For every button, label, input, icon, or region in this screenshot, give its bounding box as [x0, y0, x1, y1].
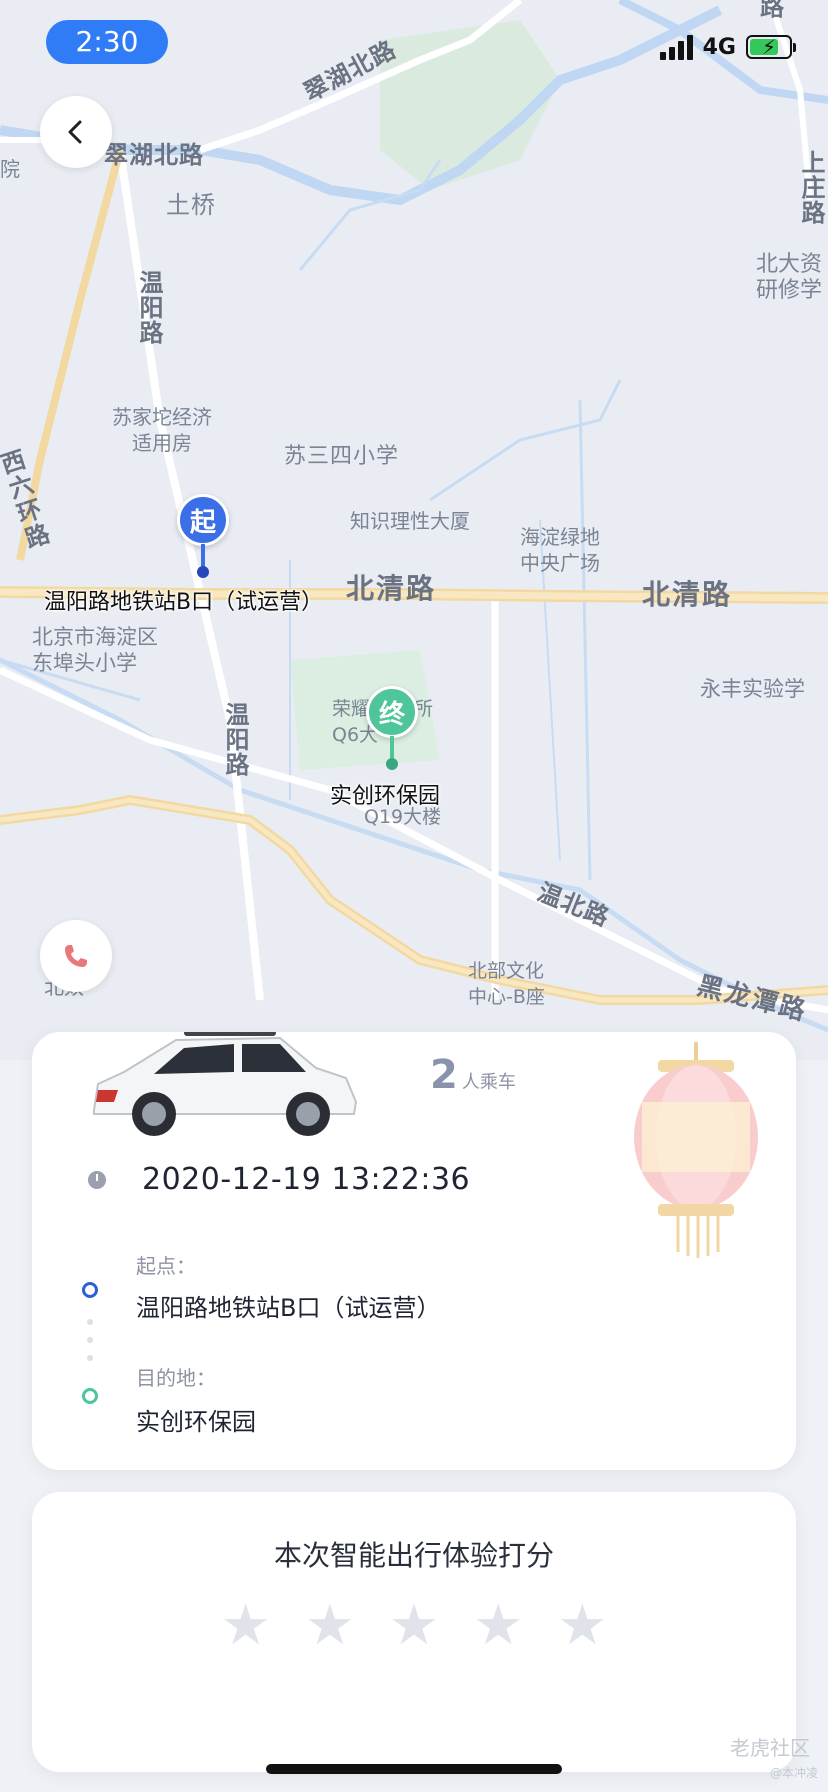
battery-charging-icon: ⚡ [746, 35, 796, 59]
map-label-beiqing-road: 北清路 [642, 578, 733, 611]
rating-title: 本次智能出行体验打分 [273, 1539, 554, 1572]
end-marker[interactable]: 终 [366, 686, 418, 770]
home-indicator[interactable] [266, 1764, 562, 1774]
chevron-left-icon [68, 120, 82, 144]
origin-value: 温阳路地铁站B口（试运营） [136, 1294, 441, 1322]
trip-time-row: 2020-12-19 13:22:36 [88, 1162, 470, 1197]
call-button[interactable] [40, 920, 112, 992]
riders-unit: 人乘车 [461, 1072, 516, 1093]
network-type: 4G [702, 34, 736, 60]
map-label-school: 苏三四小学 [284, 444, 400, 469]
destination-dot-icon [82, 1388, 98, 1404]
star-icon-2[interactable]: ★ [305, 1596, 355, 1656]
map-label-poi: 海淀绿地 中央广场 [520, 525, 600, 575]
map-label-poi: 北京市海淀区 东埠头小学 [32, 625, 158, 675]
robotaxi-car-illustration [93, 1032, 358, 1136]
lantern-decoration [634, 1042, 758, 1258]
rating-card: 本次智能出行体验打分 ★ ★ ★ ★ ★ [32, 1492, 796, 1772]
rating-stars: ★ ★ ★ ★ ★ [32, 1596, 796, 1656]
end-marker-label: 实创环保园 [330, 784, 441, 809]
trip-datetime: 2020-12-19 13:22:36 [142, 1162, 471, 1197]
map-label-poi: 北大资 研修学 [756, 252, 823, 303]
star-icon-1[interactable]: ★ [220, 1596, 270, 1656]
map-label-poi: 北部文化 中心-B座 [468, 960, 545, 1008]
start-marker-label: 温阳路地铁站B口（试运营） [44, 590, 324, 615]
map-label-poi: 苏家坨经济 适用房 [112, 405, 212, 455]
start-marker-pin: 起 [177, 494, 229, 546]
map-label-wenyang-road: 温阳路 [221, 702, 249, 777]
riders-number: 2 [430, 1052, 458, 1098]
end-marker-pin: 终 [366, 686, 418, 738]
star-icon-5[interactable]: ★ [557, 1596, 607, 1656]
status-time: 2:30 [46, 20, 168, 64]
star-icon-3[interactable]: ★ [389, 1596, 439, 1656]
map-label-beiqing-road: 北清路 [346, 572, 437, 605]
map-label-road: 路 [760, 0, 785, 21]
phone-icon [65, 945, 87, 967]
screen: 翠湖北路 翠湖北路 土桥 温阳路 温阳路 苏家坨经济 适用房 苏三四小学 西六环… [0, 0, 828, 1792]
clock-icon [88, 1170, 106, 1189]
riders-count: 2 人乘车 [430, 1052, 516, 1098]
map-label-poi: 永丰实验学 [700, 677, 805, 701]
trip-card: 2 人乘车 2020-12-19 13:22:36 起点： 温阳路地铁站B口（试… [32, 1032, 796, 1470]
map-label-cuihu-road: 翠湖北路 [104, 141, 204, 169]
destination-value: 实创环保园 [136, 1408, 256, 1436]
map-view[interactable]: 翠湖北路 翠湖北路 土桥 温阳路 温阳路 苏家坨经济 适用房 苏三四小学 西六环… [0, 0, 828, 1060]
map-label-wenyang-road: 温阳路 [135, 270, 163, 345]
map-label-tuqiao: 土桥 [166, 191, 216, 219]
origin-dot-icon [82, 1282, 98, 1298]
map-label-shangzhuang-road: 上庄路 [797, 150, 825, 225]
signal-icon [659, 34, 693, 60]
map-label-poi: 院 [0, 157, 20, 181]
star-icon-4[interactable]: ★ [473, 1596, 523, 1656]
origin-label: 起点： [136, 1254, 196, 1278]
watermark-brand: 老虎社区 [730, 1736, 810, 1760]
map-label-poi: 知识理性大厦 [350, 509, 470, 533]
destination-label: 目的地： [136, 1366, 216, 1390]
start-marker[interactable]: 起 [177, 494, 229, 578]
back-button[interactable] [40, 96, 112, 168]
status-icons: 4G ⚡ [659, 34, 796, 60]
watermark-handle: @本冲凌 [769, 1766, 818, 1780]
